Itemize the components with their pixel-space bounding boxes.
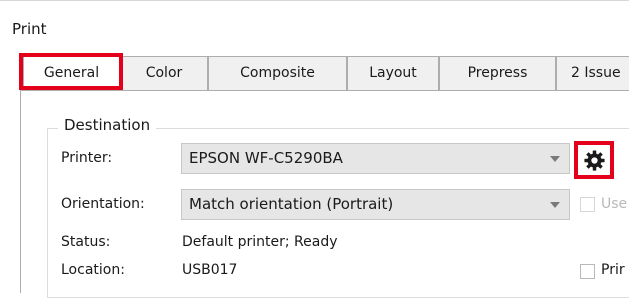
chevron-down-icon — [550, 202, 560, 208]
tab-composite[interactable]: Composite — [208, 56, 347, 90]
status-label: Status: — [61, 234, 111, 250]
top-divider — [0, 0, 629, 1]
orientation-label: Orientation: — [61, 196, 145, 212]
tab-prepress[interactable]: Prepress — [439, 56, 556, 90]
panel-left-border — [20, 90, 21, 293]
printer-settings-button[interactable] — [574, 141, 614, 179]
location-label: Location: — [61, 262, 125, 278]
tab-layout[interactable]: Layout — [347, 56, 439, 90]
destination-legend: Destination — [58, 116, 157, 134]
location-value: USB017 — [182, 262, 238, 278]
chevron-down-icon — [550, 156, 560, 162]
tab-color[interactable]: Color — [120, 56, 208, 90]
use-checkbox-label: Use — [601, 196, 628, 212]
printer-dropdown[interactable]: EPSON WF-C5290BA — [181, 143, 570, 174]
orientation-value: Match orientation (Portrait) — [189, 195, 394, 213]
gear-icon — [584, 150, 605, 171]
panel-top-border — [20, 90, 629, 91]
tab-issues[interactable]: 2 Issue — [556, 56, 629, 90]
window-title: Print — [12, 20, 47, 38]
orientation-dropdown[interactable]: Match orientation (Portrait) — [181, 189, 570, 220]
status-value: Default printer; Ready — [182, 234, 338, 250]
printer-label: Printer: — [61, 150, 113, 166]
print-checkbox-label: Prir — [601, 262, 625, 278]
printer-value: EPSON WF-C5290BA — [189, 149, 343, 167]
use-checkbox[interactable] — [580, 197, 595, 212]
print-checkbox[interactable] — [580, 264, 595, 279]
general-tab-highlight — [19, 53, 123, 90]
